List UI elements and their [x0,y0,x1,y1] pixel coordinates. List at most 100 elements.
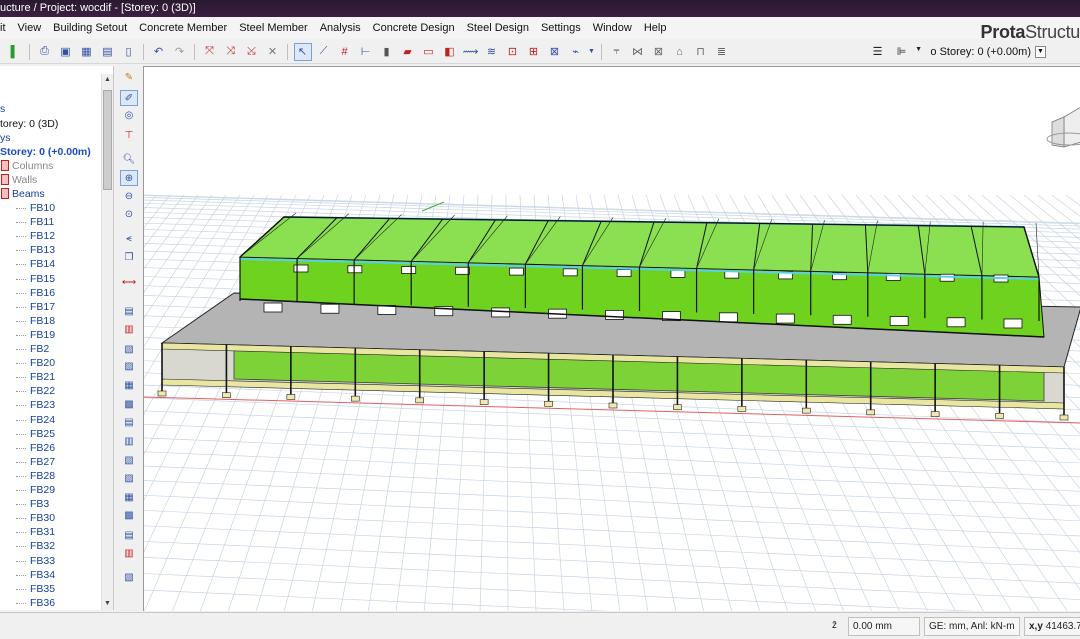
redo-icon[interactable]: ↷ [171,43,189,61]
scroll-up-icon[interactable]: ▲ [102,74,113,86]
layer-12-icon[interactable]: ▩ [120,508,138,524]
scroll-thumb[interactable] [103,90,112,190]
spreadsheet-icon[interactable]: ▦ [78,43,96,61]
zoom-window-icon[interactable]: ⊕ [120,170,138,186]
align-icon[interactable]: ⫧ [608,43,626,61]
tree-node-beam[interactable]: FB31 [30,525,55,539]
tree-node-beam[interactable]: FB14 [30,257,55,271]
tree-node-storey-3d[interactable]: torey: 0 (3D) [0,117,58,131]
line-icon[interactable]: ⟋ [315,43,333,61]
layer-13-icon[interactable]: ▤ [120,528,138,544]
tree-node-beam[interactable]: FB36 [30,596,55,610]
layer-8-icon[interactable]: ▥ [120,434,138,450]
rotate-icon[interactable]: ⤩ [243,43,261,61]
zoom-previous-icon[interactable]: ⊙ [120,207,138,223]
tree-node-beam[interactable]: FB25 [30,427,55,441]
wall-icon[interactable]: ▰ [399,43,417,61]
tree-node-root[interactable]: s [0,102,5,116]
chevron-down-icon[interactable]: ▼ [1035,46,1046,58]
layer-2-icon[interactable]: ▥ [120,322,138,338]
save-icon[interactable]: ▤ [99,43,117,61]
tree-node-beam[interactable]: FB30 [30,511,55,525]
tree-node-beam[interactable]: FB12 [30,229,55,243]
undo-icon[interactable]: ↶ [150,43,168,61]
menu-settings[interactable]: Settings [535,17,587,39]
tree-node-beam[interactable]: FB15 [30,272,55,286]
tree-node-storey-0[interactable]: Storey: 0 (+0.00m) [0,145,91,159]
mirror-icon[interactable]: ⤨ [222,43,240,61]
layer-10-icon[interactable]: ▨ [120,471,138,487]
purlin-icon[interactable]: ≣ [713,43,731,61]
layer-3-icon[interactable]: ▧ [120,342,138,358]
storey-selector[interactable]: o Storey: 0 (+0.00m) ▼ [930,43,1046,61]
select-pointer-icon[interactable]: ↖ [293,42,312,61]
green-icon[interactable]: ▌ [6,43,24,61]
tree-node-beam[interactable]: FB17 [30,300,55,314]
menu-concrete-member[interactable]: Concrete Member [133,17,233,39]
axis-icon[interactable]: ⊢ [357,43,375,61]
zoom-icon[interactable]: 🔍︎ [120,152,138,168]
pile-icon[interactable]: ⊠ [546,43,564,61]
view-cube[interactable] [1046,107,1080,148]
tree-node-beam[interactable]: FB11 [30,215,54,229]
tree-node-beams[interactable]: Beams [12,187,45,201]
tree-node-beam[interactable]: FB32 [30,539,55,553]
layer-7-icon[interactable]: ▤ [120,415,138,431]
ribbed-slab-icon[interactable]: ≋ [483,43,501,61]
tree-node-beam[interactable]: FB27 [30,455,55,469]
menu-view[interactable]: View [12,17,48,39]
tree-node-beam[interactable]: FB13 [30,243,55,257]
copy-icon[interactable]: ❐ [120,250,138,266]
layer-6-icon[interactable]: ▩ [120,397,138,413]
menu-concrete-design[interactable]: Concrete Design [367,17,461,39]
tree-node-columns[interactable]: Columns [12,159,53,173]
menu-window[interactable]: Window [587,17,638,39]
tree-node-beam[interactable]: FB22 [30,384,55,398]
pan-icon[interactable]: ⊤ [120,128,138,144]
3d-viewport[interactable] [143,66,1080,611]
layer-11-icon[interactable]: ▦ [120,490,138,506]
tree-node-beam[interactable]: FB23 [30,398,55,412]
menu-analysis[interactable]: Analysis [314,17,367,39]
slab-icon[interactable]: ◧ [441,43,459,61]
tree-node-beam[interactable]: FB24 [30,413,55,427]
layer-4-icon[interactable]: ▨ [120,359,138,375]
menu-steel-design[interactable]: Steel Design [461,17,535,39]
zoom-extents-icon[interactable]: ⊖ [120,189,138,205]
orbit-icon[interactable]: ◎ [120,108,138,124]
dropdown-arrow-icon[interactable]: ▼ [588,43,596,61]
layer-15-icon[interactable]: ▧ [120,570,138,586]
tree-node-beam[interactable]: FB21 [30,370,55,384]
column-icon[interactable]: ▮ [378,43,396,61]
delete-icon[interactable]: ✕ [264,43,282,61]
print-preview-icon[interactable]: ▣ [57,43,75,61]
tree-node-beam[interactable]: FB34 [30,568,55,582]
roof-icon[interactable]: ⌂ [671,43,689,61]
portal-frame-icon[interactable]: ⊓ [692,43,710,61]
layer-1-icon[interactable]: ▤ [120,304,138,320]
tree-node-beam[interactable]: FB29 [30,483,55,497]
storey-dropdown-arrow-icon[interactable]: ▼ [915,46,922,53]
tree-scrollbar[interactable]: ▲ ▼ [101,74,113,610]
tree-node-beam[interactable]: FB33 [30,554,55,568]
edit-icon[interactable]: ✐ [120,90,138,106]
bracing-icon[interactable]: ⊠ [650,43,668,61]
tree-node-beam[interactable]: FB19 [30,328,55,342]
tree-node-beam[interactable]: FB18 [30,314,55,328]
menu-building-setout[interactable]: Building Setout [47,17,133,39]
menu-steel-member[interactable]: Steel Member [233,17,313,39]
tree-node-beam[interactable]: FB26 [30,441,55,455]
layer-14-icon[interactable]: ▥ [120,546,138,562]
move-icon[interactable]: ⤧ [201,43,219,61]
pencil-icon[interactable]: ✎ [120,70,138,86]
foundation-icon[interactable]: ⊡ [504,43,522,61]
menu-help[interactable]: Help [638,17,673,39]
layer-5-icon[interactable]: ▦ [120,378,138,394]
tree-node-beam[interactable]: FB3 [30,497,49,511]
layer-9-icon[interactable]: ▧ [120,453,138,469]
load-icon[interactable]: ⌁ [567,43,585,61]
tree-node-beam[interactable]: FB16 [30,286,55,300]
footing-icon[interactable]: ⊞ [525,43,543,61]
scroll-down-icon[interactable]: ▼ [102,598,113,610]
menu-edit[interactable]: it [0,17,12,39]
